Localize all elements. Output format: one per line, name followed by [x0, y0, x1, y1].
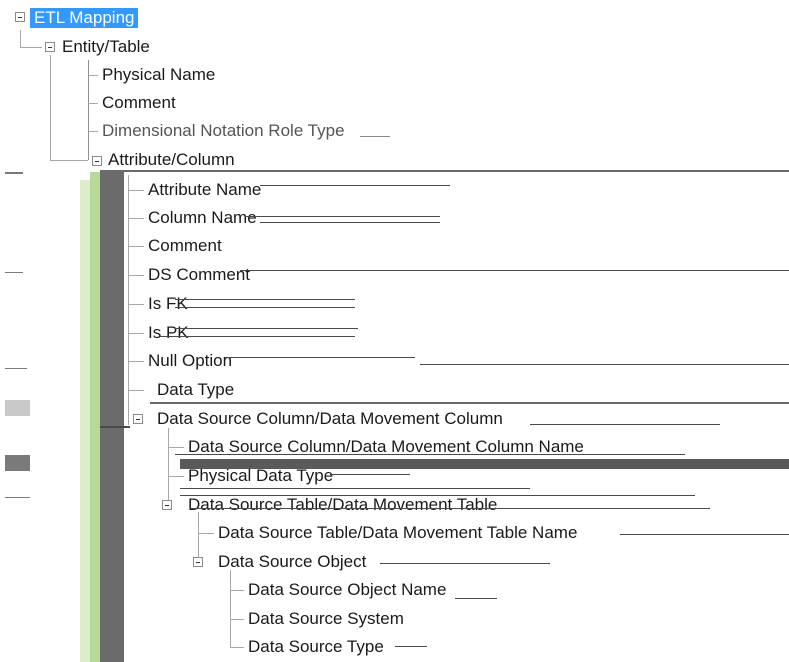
- scan-rule: [455, 598, 497, 599]
- scan-rule: [360, 136, 390, 137]
- scan-rule: [124, 170, 789, 172]
- tree-connector: [128, 175, 129, 425]
- collapse-toggle-icon[interactable]: [45, 42, 55, 52]
- scan-rule: [175, 307, 355, 308]
- side-bar-accent: [90, 172, 100, 662]
- edge-mark: [5, 368, 27, 369]
- scan-rule: [420, 364, 789, 365]
- tree-node-is-fk[interactable]: Is FK: [146, 294, 190, 314]
- scan-rule: [225, 357, 415, 358]
- tree-connector: [88, 103, 98, 104]
- tree-connector: [128, 190, 144, 191]
- tree-connector: [230, 570, 231, 648]
- tree-node-physical-name[interactable]: Physical Name: [100, 65, 217, 85]
- scan-rule: [100, 426, 130, 428]
- scan-rule: [175, 328, 358, 329]
- tree-node-ds-column[interactable]: Data Source Column/Data Movement Column: [155, 409, 505, 429]
- scan-rule: [180, 488, 530, 489]
- scan-rule: [245, 216, 440, 217]
- scan-rule: [175, 299, 355, 300]
- tree-connector: [50, 160, 88, 161]
- tree-node-etl-mapping[interactable]: ETL Mapping: [30, 8, 139, 28]
- edge-block: [5, 455, 30, 471]
- edge-mark: [5, 272, 23, 273]
- tree-connector: [230, 647, 244, 648]
- side-bar-accent-light: [80, 180, 90, 662]
- scan-rule: [260, 222, 440, 223]
- tree-connector: [128, 246, 144, 247]
- tree-node-ds-object[interactable]: Data Source Object: [216, 552, 368, 572]
- tree-node-attr-comment[interactable]: Comment: [146, 236, 224, 256]
- scan-rule: [150, 402, 789, 404]
- tree-node-entity-table[interactable]: Entity/Table: [60, 37, 152, 57]
- tree-node-ds-system[interactable]: Data Source System: [246, 609, 406, 629]
- tree-connector: [20, 30, 21, 48]
- scan-rule: [395, 646, 427, 647]
- scan-rule: [260, 185, 450, 186]
- scan-rule: [160, 336, 355, 337]
- tree-connector: [128, 361, 144, 362]
- tree-connector: [128, 333, 144, 334]
- scan-rule: [180, 459, 789, 469]
- tree-node-ds-table[interactable]: Data Source Table/Data Movement Table: [186, 495, 499, 515]
- tree-node-comment[interactable]: Comment: [100, 93, 178, 113]
- scan-rule: [380, 563, 550, 564]
- tree-node-data-type[interactable]: Data Type: [155, 380, 236, 400]
- tree-view: ETL Mapping Entity/Table Physical Name C…: [0, 0, 789, 662]
- tree-node-attribute-name[interactable]: Attribute Name: [146, 180, 263, 200]
- tree-connector: [128, 304, 144, 305]
- tree-node-physical-data-type[interactable]: Physical Data Type: [186, 466, 335, 486]
- collapse-toggle-icon[interactable]: [193, 557, 203, 567]
- tree-connector: [168, 428, 169, 508]
- tree-connector: [230, 590, 244, 591]
- tree-connector: [88, 75, 98, 76]
- edge-mark: [5, 172, 23, 174]
- edge-block: [5, 400, 30, 416]
- side-bar: [100, 170, 124, 662]
- tree-connector: [230, 619, 244, 620]
- tree-connector: [128, 275, 144, 276]
- tree-node-ds-table-name[interactable]: Data Source Table/Data Movement Table Na…: [216, 523, 579, 543]
- tree-connector: [50, 55, 51, 160]
- tree-node-ds-type[interactable]: Data Source Type: [246, 637, 386, 657]
- tree-node-is-pk[interactable]: Is PK: [146, 323, 191, 343]
- edge-mark: [5, 497, 30, 498]
- tree-node-column-name[interactable]: Column Name: [146, 208, 259, 228]
- scan-rule: [620, 534, 789, 535]
- collapse-toggle-icon[interactable]: [162, 500, 172, 510]
- scan-rule: [240, 270, 789, 271]
- tree-connector: [168, 476, 184, 477]
- collapse-toggle-icon[interactable]: [92, 156, 102, 166]
- collapse-toggle-icon[interactable]: [15, 12, 25, 22]
- tree-node-ds-comment[interactable]: DS Comment: [146, 265, 252, 285]
- scan-rule: [180, 495, 695, 496]
- tree-connector: [198, 533, 214, 534]
- tree-connector: [20, 47, 42, 48]
- tree-connector: [128, 218, 144, 219]
- tree-node-null-option[interactable]: Null Option: [146, 351, 234, 371]
- scan-rule: [530, 424, 720, 425]
- tree-connector: [128, 390, 144, 391]
- tree-node-ds-object-name[interactable]: Data Source Object Name: [246, 580, 448, 600]
- tree-connector: [168, 447, 184, 448]
- scan-rule: [330, 474, 410, 475]
- scan-rule: [175, 454, 685, 455]
- tree-connector: [88, 131, 98, 132]
- tree-node-attribute-column[interactable]: Attribute/Column: [106, 150, 237, 170]
- scan-rule: [190, 508, 710, 509]
- collapse-toggle-icon[interactable]: [133, 414, 143, 424]
- tree-node-dimensional-notation-role-type[interactable]: Dimensional Notation Role Type: [100, 121, 347, 141]
